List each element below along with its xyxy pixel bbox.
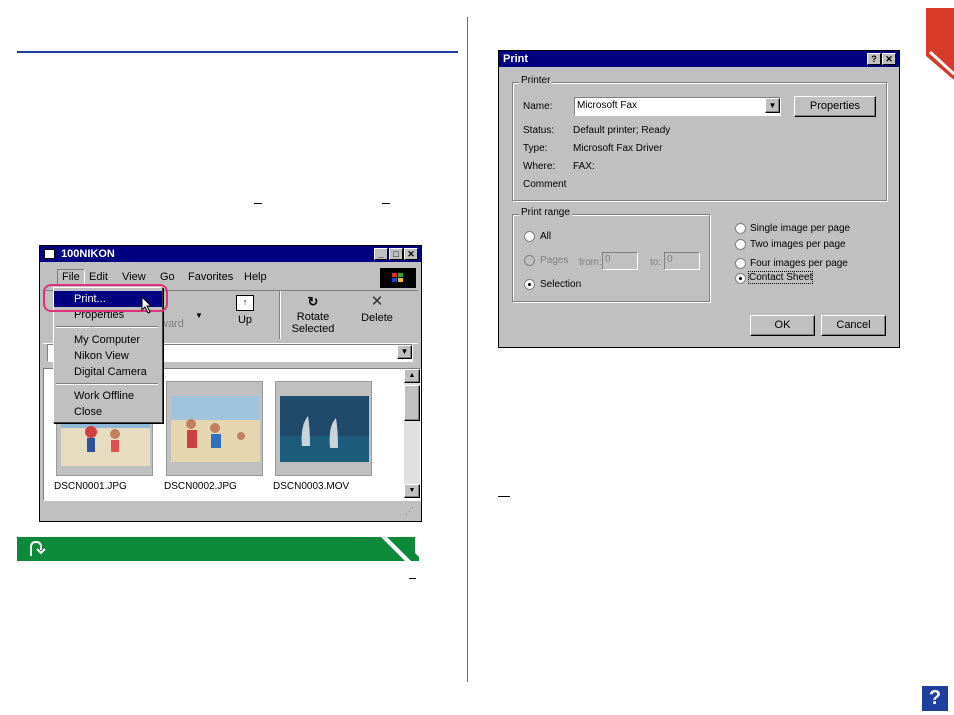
name-label: Name: [523,101,553,112]
where-label: Where: [523,161,556,172]
mouse-cursor-icon [141,296,153,314]
radio-contact-sheet[interactable] [735,273,746,284]
status-value: Default printer; Ready [573,125,671,136]
delete-icon: ✕ [370,293,384,310]
where-value: FAX: [573,161,595,172]
delete-button[interactable]: ✕ Delete [355,293,399,335]
underline-mark [409,578,416,579]
explorer-window: 100NIKON _ □ ✕ File Edit View Go Favorit… [39,245,422,522]
printer-group: Printer Name: Microsoft Fax ▼ Properties… [512,75,887,201]
corner-tab-icon[interactable] [926,8,954,80]
radio-all[interactable] [524,231,535,242]
option-label[interactable]: Two images per page [750,239,846,250]
minimize-button[interactable]: _ [374,248,388,260]
printer-group-label: Printer [519,75,553,86]
radio-pages-label[interactable]: Pages [540,255,568,266]
printer-dropdown-icon[interactable]: ▼ [765,98,780,113]
radio-selection-label[interactable]: Selection [540,279,581,290]
menu-item-nikon-view[interactable]: Nikon View [54,348,162,364]
menu-item-my-computer[interactable]: My Computer [54,332,162,348]
menu-item-digital-camera[interactable]: Digital Camera [54,364,162,380]
toolbar-separator [279,291,281,339]
scroll-down-icon[interactable]: ▼ [404,484,420,498]
dolphin-photo [280,396,369,462]
type-value: Microsoft Fax Driver [573,143,663,154]
file-name[interactable]: DSCN0001.JPG [54,481,127,492]
status-label: Status: [523,125,555,136]
menu-item-close[interactable]: Close [54,404,162,420]
radio-selection[interactable] [524,279,535,290]
option-label[interactable]: Four images per page [750,258,848,269]
menu-view[interactable]: View [122,271,146,283]
dialog-title: Print [503,53,529,65]
to-label: to: [650,257,662,268]
radio-two-images[interactable] [735,239,746,250]
radio-pages[interactable] [524,255,535,266]
underline-mark [254,203,262,204]
print-range-group: Print range All Pages from: 0 to: 0 Sele… [512,207,710,302]
thumbnail-frame[interactable] [166,381,263,476]
printer-name-select[interactable]: Microsoft Fax ▼ [574,97,781,116]
forward-dropdown-icon[interactable]: ▼ [195,311,203,320]
help-button[interactable]: ? [867,53,881,65]
print-titlebar: Print ? ✕ [499,51,899,67]
tip-bar [17,537,419,561]
underline-mark [498,496,510,497]
type-label: Type: [523,143,548,154]
forward-button[interactable]: ward [160,318,184,330]
tip-bar-stripes [381,537,419,561]
beach-photo-2 [171,396,260,462]
to-input[interactable]: 0 [664,252,700,270]
comment-label: Comment [523,179,567,190]
print-range-label: Print range [519,207,572,218]
menu-item-work-offline[interactable]: Work Offline [54,388,162,404]
dialog-close-button[interactable]: ✕ [882,53,896,65]
print-dialog: Print ? ✕ Printer Name: Microsoft Fax ▼ … [498,50,900,348]
section-rule [17,51,458,53]
rotate-icon: ↻ [307,294,319,309]
resize-grip-icon[interactable]: ⋰ [405,506,417,518]
option-label[interactable]: Contact Sheet [747,271,814,284]
column-divider [467,17,468,682]
menu-file[interactable]: File [57,269,85,285]
radio-single-image[interactable] [735,223,746,234]
rotate-button[interactable]: ↻ Rotate Selected [287,295,339,341]
tip-icon [30,540,46,556]
close-button[interactable]: ✕ [404,248,418,260]
radio-four-images[interactable] [735,258,746,269]
vertical-scrollbar[interactable]: ▲ ▼ [404,369,420,498]
menu-help[interactable]: Help [244,271,267,283]
windows-logo-icon [380,268,416,288]
menu-go[interactable]: Go [160,271,175,283]
thumbnail-frame[interactable] [275,381,372,476]
scroll-thumb[interactable] [404,385,420,421]
cancel-button[interactable]: Cancel [821,315,886,336]
scroll-up-icon[interactable]: ▲ [404,369,420,383]
underline-mark [382,203,390,204]
from-label: from: [579,257,602,268]
file-name[interactable]: DSCN0002.JPG [164,481,237,492]
properties-button[interactable]: Properties [794,96,876,117]
menu-favorites[interactable]: Favorites [188,271,233,283]
file-name[interactable]: DSCN0003.MOV [273,481,349,492]
from-input[interactable]: 0 [602,252,638,270]
menu-edit[interactable]: Edit [89,271,108,283]
menu-separator [56,383,158,385]
window-title: 100NIKON [61,248,115,260]
option-label[interactable]: Single image per page [750,223,850,234]
up-folder-icon: ↑ [236,295,254,311]
maximize-button[interactable]: □ [389,248,403,260]
help-icon[interactable]: ? [922,686,948,711]
radio-all-label[interactable]: All [540,231,551,242]
menu-separator [56,326,158,328]
address-dropdown-icon[interactable]: ▼ [397,345,412,359]
ok-button[interactable]: OK [750,315,815,336]
explorer-titlebar: 100NIKON _ □ ✕ [40,246,421,262]
folder-icon [44,249,55,260]
up-button[interactable]: ↑ Up [225,295,265,333]
